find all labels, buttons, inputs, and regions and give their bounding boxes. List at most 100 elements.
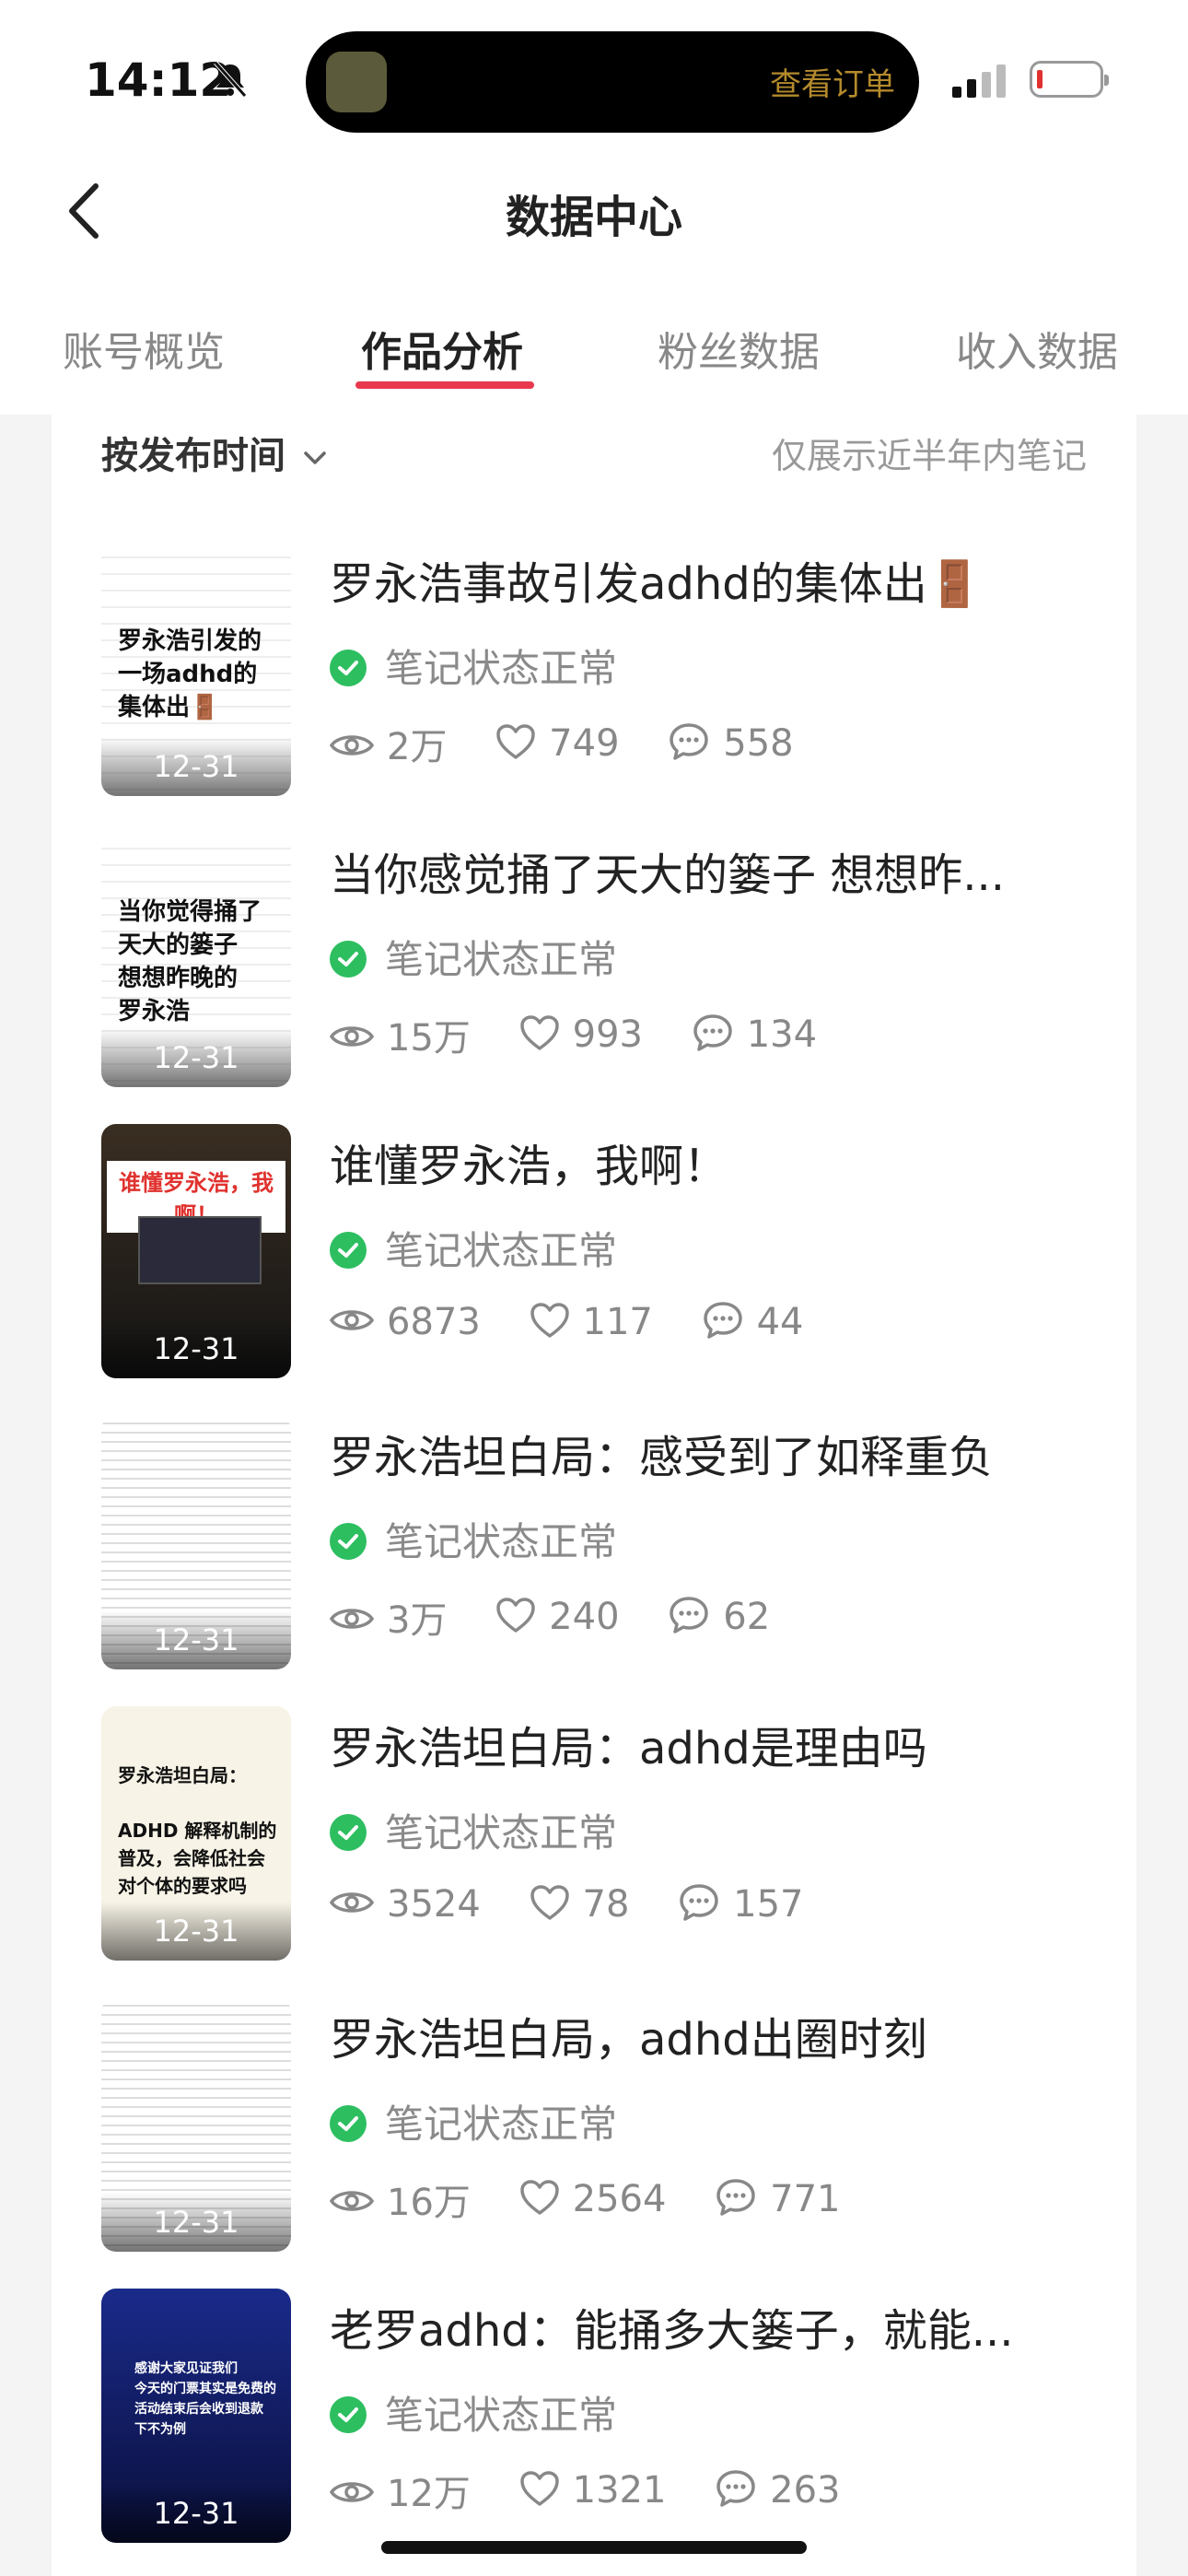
sort-label: 按发布时间 <box>101 435 285 477</box>
eye-icon <box>329 2482 375 2502</box>
app-icon <box>326 52 387 112</box>
note-stats: 6873 117 44 <box>329 1299 841 1344</box>
dynamic-island[interactable]: 查看订单 <box>306 31 919 133</box>
view-count: 3524 <box>387 1883 481 1926</box>
note-thumbnail[interactable]: 罗永浩坦白局： ADHD 解释机制的 普及，会降低社会 对个体的要求吗 12-3… <box>101 1706 291 1961</box>
tab-fans-data[interactable]: 粉丝数据 <box>658 319 820 378</box>
heart-icon <box>519 2471 559 2506</box>
like-count: 240 <box>549 1596 620 1638</box>
sort-dropdown[interactable]: 按发布时间 <box>101 426 328 479</box>
note-title: 谁懂罗永浩，我啊！ <box>330 1141 728 1192</box>
page-title: 数据中心 <box>505 192 682 243</box>
note-status: 笔记状态正常 <box>330 2093 617 2149</box>
comment-icon <box>693 1013 732 1051</box>
comment-count: 157 <box>733 1882 804 1926</box>
check-icon <box>330 940 367 978</box>
check-icon <box>330 1813 367 1851</box>
like-count: 2564 <box>572 2178 667 2220</box>
view-count: 3万 <box>387 1599 448 1642</box>
chevron-down-icon <box>304 451 326 464</box>
tab-content-analysis[interactable]: 作品分析 <box>361 319 523 378</box>
check-icon <box>330 2395 367 2433</box>
battery-icon <box>1030 61 1109 98</box>
eye-icon <box>329 735 375 755</box>
heart-icon <box>530 1303 569 1338</box>
view-count: 12万 <box>387 2473 471 2515</box>
eye-icon <box>329 1892 375 1913</box>
comment-icon <box>670 1596 708 1633</box>
eye-icon <box>329 1609 375 1629</box>
note-date: 12-31 <box>101 737 291 796</box>
heart-icon <box>519 2180 559 2215</box>
note-item[interactable]: 12-31 罗永浩坦白局，adhd出圈时刻 笔记状态正常 16万 2564 77… <box>101 1997 1114 2255</box>
tab-bar: 账号概览 作品分析 粉丝数据 收入数据 <box>0 319 1188 392</box>
thumbnail-text: 罗永浩坦白局： ADHD 解释机制的 普及，会降低社会 对个体的要求吗 <box>118 1764 277 1897</box>
comment-count: 771 <box>770 2177 841 2220</box>
note-item[interactable]: 谁懂罗永浩，我啊！ 12-31 谁懂罗永浩，我啊！ 笔记状态正常 6873 11… <box>101 1124 1114 1382</box>
note-title: 罗永浩坦白局：adhd是理由吗 <box>330 1723 927 1774</box>
thumbnail-text: 罗永浩引发的 一场adhd的 集体出🚪 <box>118 627 262 721</box>
signal-icon <box>952 64 1006 98</box>
eye-icon <box>329 1310 375 1330</box>
note-stats: 16万 2564 771 <box>329 2172 878 2226</box>
like-count: 749 <box>549 722 620 765</box>
view-count: 16万 <box>387 2182 471 2224</box>
like-count: 78 <box>582 1883 630 1926</box>
note-date: 12-31 <box>101 1902 291 1961</box>
comment-count: 62 <box>723 1595 771 1638</box>
note-stats: 12万 1321 263 <box>329 2464 878 2517</box>
note-date: 12-31 <box>101 1610 291 1669</box>
view-count: 15万 <box>387 1017 471 1060</box>
note-status: 笔记状态正常 <box>330 929 617 985</box>
note-stats: 15万 993 134 <box>329 1008 854 1061</box>
note-thumbnail[interactable]: 12-31 <box>101 1997 291 2252</box>
comment-icon <box>716 2469 755 2507</box>
check-icon <box>330 649 367 686</box>
note-thumbnail[interactable]: 当你觉得捅了 天大的篓子 想想昨晚的 罗永浩 12-31 <box>101 833 291 1087</box>
note-item[interactable]: 感谢大家见证我们 今天的门票其实是免费的 活动结束后会收到退款 下不为例 12-… <box>101 2289 1114 2547</box>
note-title: 老罗adhd：能捅多大篓子，就能... <box>330 2305 1014 2357</box>
heart-icon <box>496 724 535 759</box>
eye-icon <box>329 2191 375 2211</box>
tab-account-overview[interactable]: 账号概览 <box>63 319 225 378</box>
eye-icon <box>329 1026 375 1047</box>
note-thumbnail[interactable]: 罗永浩引发的 一场adhd的 集体出🚪 12-31 <box>101 542 291 796</box>
note-thumbnail[interactable]: 感谢大家见证我们 今天的门票其实是免费的 活动结束后会收到退款 下不为例 12-… <box>101 2289 291 2543</box>
comment-icon <box>703 1301 742 1339</box>
heart-icon <box>519 1015 559 1050</box>
comment-icon <box>716 2178 755 2216</box>
note-date: 12-31 <box>101 1028 291 1087</box>
comment-icon <box>680 1883 718 1921</box>
status-bar: 14:12 查看订单 <box>0 0 1188 138</box>
note-title: 当你感觉捅了天大的篓子 想想昨... <box>330 849 1006 901</box>
note-thumbnail[interactable]: 12-31 <box>101 1415 291 1669</box>
note-date: 12-31 <box>101 2193 291 2252</box>
note-stats: 3万 240 62 <box>329 1590 807 1644</box>
note-title: 罗永浩坦白局，adhd出圈时刻 <box>330 2014 927 2066</box>
comment-icon <box>670 722 708 760</box>
note-status: 笔记状态正常 <box>330 1220 617 1276</box>
heart-icon <box>496 1598 535 1633</box>
view-orders-label[interactable]: 查看订单 <box>770 59 895 104</box>
nav-bar: 数据中心 账号概览 作品分析 粉丝数据 收入数据 <box>0 138 1188 415</box>
note-status: 笔记状态正常 <box>330 1802 617 1858</box>
like-count: 993 <box>572 1013 643 1056</box>
note-item[interactable]: 当你觉得捅了 天大的篓子 想想昨晚的 罗永浩 12-31 当你感觉捅了天大的篓子… <box>101 833 1114 1091</box>
note-item[interactable]: 罗永浩坦白局： ADHD 解释机制的 普及，会降低社会 对个体的要求吗 12-3… <box>101 1706 1114 1964</box>
filter-hint: 仅展示近半年内笔记 <box>771 436 1087 476</box>
note-item[interactable]: 12-31 罗永浩坦白局：感受到了如释重负 笔记状态正常 3万 240 62 <box>101 1415 1114 1673</box>
tab-income-data[interactable]: 收入数据 <box>956 319 1118 378</box>
bell-muted-icon <box>214 61 247 98</box>
note-thumbnail[interactable]: 谁懂罗永浩，我啊！ 12-31 <box>101 1124 291 1378</box>
like-count: 1321 <box>572 2469 667 2512</box>
note-item[interactable]: 罗永浩引发的 一场adhd的 集体出🚪 12-31 罗永浩事故引发adhd的集体… <box>101 542 1114 800</box>
notes-card: 按发布时间 仅展示近半年内笔记 罗永浩引发的 一场adhd的 集体出🚪 12-3… <box>52 415 1136 2576</box>
note-title: 罗永浩坦白局：感受到了如释重负 <box>330 1432 994 1483</box>
view-count: 2万 <box>387 726 448 768</box>
heart-icon <box>530 1885 569 1920</box>
note-stats: 2万 749 558 <box>329 717 831 770</box>
note-status: 笔记状态正常 <box>330 2384 617 2441</box>
note-title: 罗永浩事故引发adhd的集体出🚪 <box>330 558 983 610</box>
home-indicator[interactable] <box>381 2541 807 2554</box>
note-date: 12-31 <box>101 1319 291 1378</box>
